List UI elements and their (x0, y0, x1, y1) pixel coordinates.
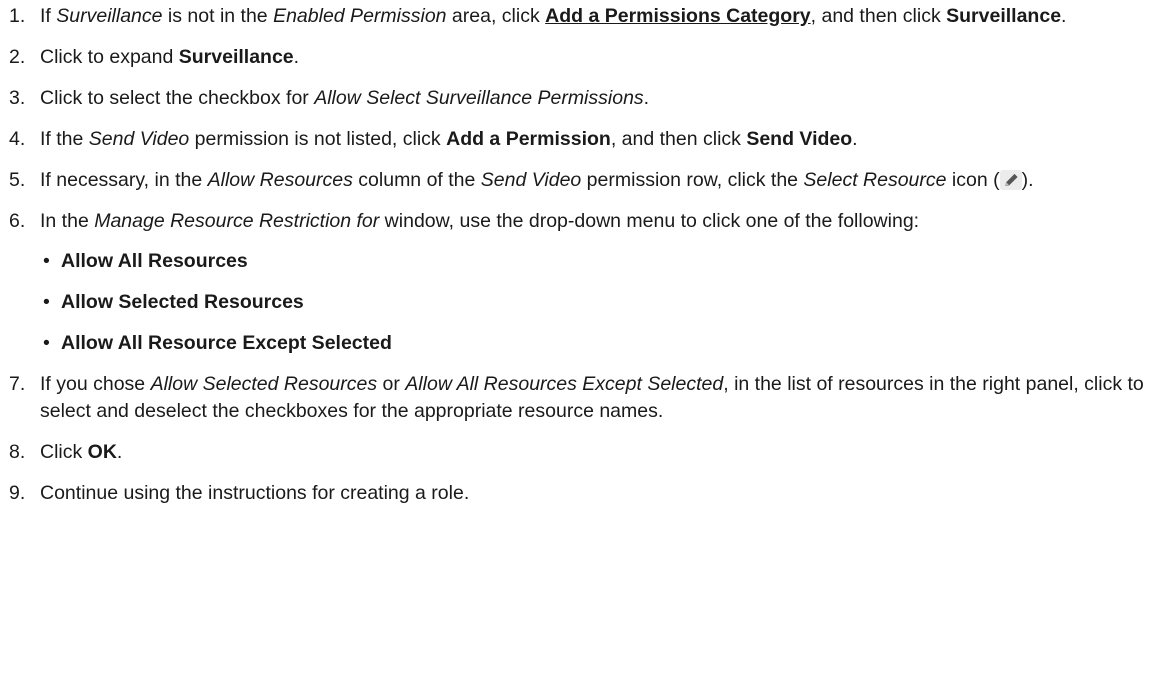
option-label: Allow All Resources (61, 250, 248, 272)
step-text-run: If the (40, 128, 89, 150)
step-item: 3. Click to select the checkbox for Allow… (0, 85, 1156, 112)
emphasized-term: Add a Permission (446, 128, 611, 150)
step-text-run: . (1061, 5, 1067, 27)
option-list: • Allow All Resources • Allow Selected Reso… (40, 248, 1150, 357)
step-number: 8. (9, 441, 26, 463)
step-text: If Surveillance is not in the Enabled Pe… (40, 3, 1150, 30)
emphasized-term: Enabled Permission (273, 5, 447, 27)
emphasized-term: Send Video (88, 128, 190, 150)
step-text-run: icon ( (946, 169, 1000, 191)
step-text-run: permission row, click the (581, 169, 804, 191)
emphasized-term: OK (87, 441, 117, 463)
emphasized-term: Surveillance (56, 5, 163, 27)
option-label: Allow Selected Resources (61, 291, 304, 313)
step-number: 1. (9, 5, 26, 27)
step-item: 7. If you chose Allow Selected Resources … (0, 371, 1156, 425)
option-label: Allow All Resource Except Selected (61, 332, 392, 354)
step-text: If necessary, in the Allow Resources col… (40, 167, 1150, 194)
step-number: 5. (9, 169, 26, 191)
step-text-run: Click to expand (40, 46, 179, 68)
step-text-run: , and then click (810, 5, 947, 27)
emphasized-term: Send Video (480, 169, 582, 191)
step-text: Click to expand Surveillance. (40, 44, 1150, 71)
emphasized-term: Select Resource (803, 169, 947, 191)
step-text: In the Manage Resource Restriction for w… (40, 208, 1150, 235)
option-item: • Allow Selected Resources (40, 289, 1150, 316)
step-item: 9. Continue using the instructions for cr… (0, 480, 1156, 507)
step-item: 2. Click to expand Surveillance. (0, 44, 1156, 71)
step-number: 4. (9, 128, 26, 150)
step-item: 6. In the Manage Resource Restriction for… (0, 208, 1156, 357)
option-item: • Allow All Resource Except Selected (40, 330, 1150, 357)
step-text: Click OK. (40, 439, 1150, 466)
step-text-run: Click to select the checkbox for (40, 87, 315, 109)
step-number: 7. (9, 373, 26, 395)
step-text-run: If necessary, in the (40, 169, 208, 191)
emphasized-term: Allow Selected Resources (150, 373, 378, 395)
bullet-icon: • (43, 250, 50, 272)
step-text-run: is not in the (162, 5, 274, 27)
step-number: 6. (9, 210, 26, 232)
step-text-run: . (116, 441, 123, 463)
step-text-run: Click (40, 441, 88, 463)
step-item: 4. If the Send Video permission is not li… (0, 126, 1156, 153)
step-text: Click to select the checkbox for Allow S… (40, 85, 1150, 112)
step-text: Continue using the instructions for crea… (40, 480, 1150, 507)
step-text-run: . (852, 128, 858, 150)
step-text-run: ). (1021, 169, 1034, 191)
bullet-icon: • (43, 332, 50, 354)
step-item: 8. Click OK. (0, 439, 1156, 466)
emphasized-term: Allow Select Surveillance Permissions (314, 87, 644, 109)
emphasized-term: Surveillance (946, 5, 1062, 27)
step-text-run: In the (40, 210, 95, 232)
emphasized-term: Allow All Resources Except Selected (405, 373, 724, 395)
step-text-run: If (40, 5, 57, 27)
emphasized-term: Allow Resources (207, 169, 353, 191)
option-item: • Allow All Resources (40, 248, 1150, 275)
step-number: 2. (9, 46, 26, 68)
step-item: 5. If necessary, in the Allow Resources c… (0, 167, 1156, 194)
step-text-run: . (643, 87, 650, 109)
emphasized-term: Surveillance (178, 46, 294, 68)
instruction-steps: 1. If Surveillance is not in the Enabled … (0, 3, 1156, 521)
bullet-icon: • (43, 291, 50, 313)
step-text-run: If you chose (40, 373, 151, 395)
step-text-run: window, use the drop-down menu to click … (379, 210, 920, 232)
step-item: 1. If Surveillance is not in the Enabled … (0, 3, 1156, 30)
step-number: 9. (9, 482, 26, 504)
step-text: If the Send Video permission is not list… (40, 126, 1150, 153)
ui-reference-link[interactable]: Add a Permissions Category (545, 5, 811, 27)
step-number: 3. (9, 87, 26, 109)
step-text-run: Continue using the instructions for crea… (40, 482, 470, 504)
emphasized-term: Manage Resource Restriction for (94, 210, 380, 232)
step-text-run: , and then click (610, 128, 747, 150)
step-text-run: permission is not listed, click (189, 128, 447, 150)
step-text-run: . (293, 46, 300, 68)
step-text-run: or (377, 373, 406, 395)
step-text: If you chose Allow Selected Resources or… (40, 371, 1150, 425)
step-text-run: area, click (446, 5, 546, 27)
pencil-icon (999, 170, 1022, 190)
emphasized-term: Send Video (746, 128, 853, 150)
step-text-run: column of the (352, 169, 481, 191)
